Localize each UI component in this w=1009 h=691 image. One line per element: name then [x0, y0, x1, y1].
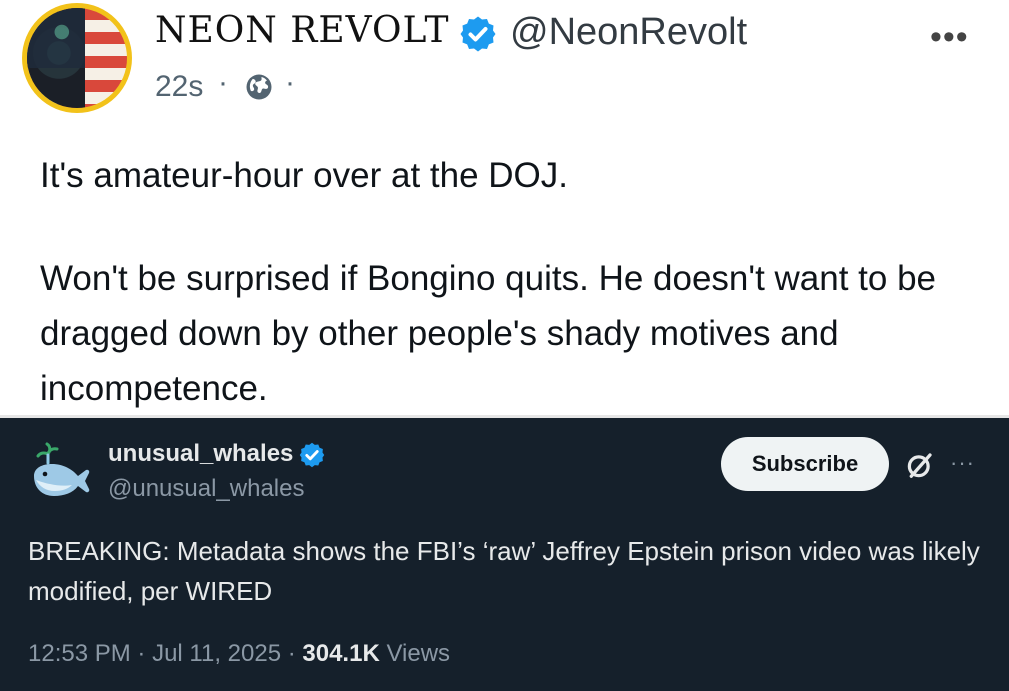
author-handle[interactable]: @NeonRevolt [510, 11, 747, 54]
views-label: Views [379, 640, 451, 667]
verified-badge-icon [299, 442, 325, 468]
post-paragraph: Won't be surprised if Bongino quits. He … [40, 259, 937, 408]
grok-icon[interactable] [905, 450, 935, 480]
globe-icon [246, 74, 272, 100]
verified-badge-icon [460, 16, 496, 52]
quoted-date[interactable]: Jul 11, 2025 [152, 640, 281, 667]
quoted-text: BREAKING: Metadata shows the FBI’s ‘raw’… [28, 536, 980, 606]
quoted-meta: 12:53 PM · Jul 11, 2025 · 304.1K Views [28, 640, 450, 668]
timestamp[interactable]: 22s [155, 70, 203, 104]
separator: · [218, 66, 228, 99]
quoted-time[interactable]: 12:53 PM [28, 640, 131, 667]
post-body: It's amateur-hour over at the DOJ. Won't… [40, 148, 990, 416]
views-count: 304.1K [302, 640, 380, 667]
avatar-image [27, 8, 127, 108]
quoted-handle[interactable]: @unusual_whales [108, 475, 305, 503]
more-icon[interactable]: ••• [930, 20, 969, 54]
avatar-canton [27, 8, 85, 68]
subscribe-button[interactable]: Subscribe [721, 437, 889, 491]
more-icon[interactable]: ··· [950, 450, 975, 476]
avatar[interactable] [22, 3, 132, 113]
separator: · [285, 66, 295, 99]
separator: · [281, 640, 303, 667]
whale-icon [34, 442, 90, 496]
display-name[interactable]: NEON REVOLT [155, 10, 449, 51]
post-paragraph: It's amateur-hour over at the DOJ. [40, 156, 569, 195]
quoted-display-name[interactable]: unusual_whales [108, 440, 293, 468]
separator: · [130, 640, 153, 667]
